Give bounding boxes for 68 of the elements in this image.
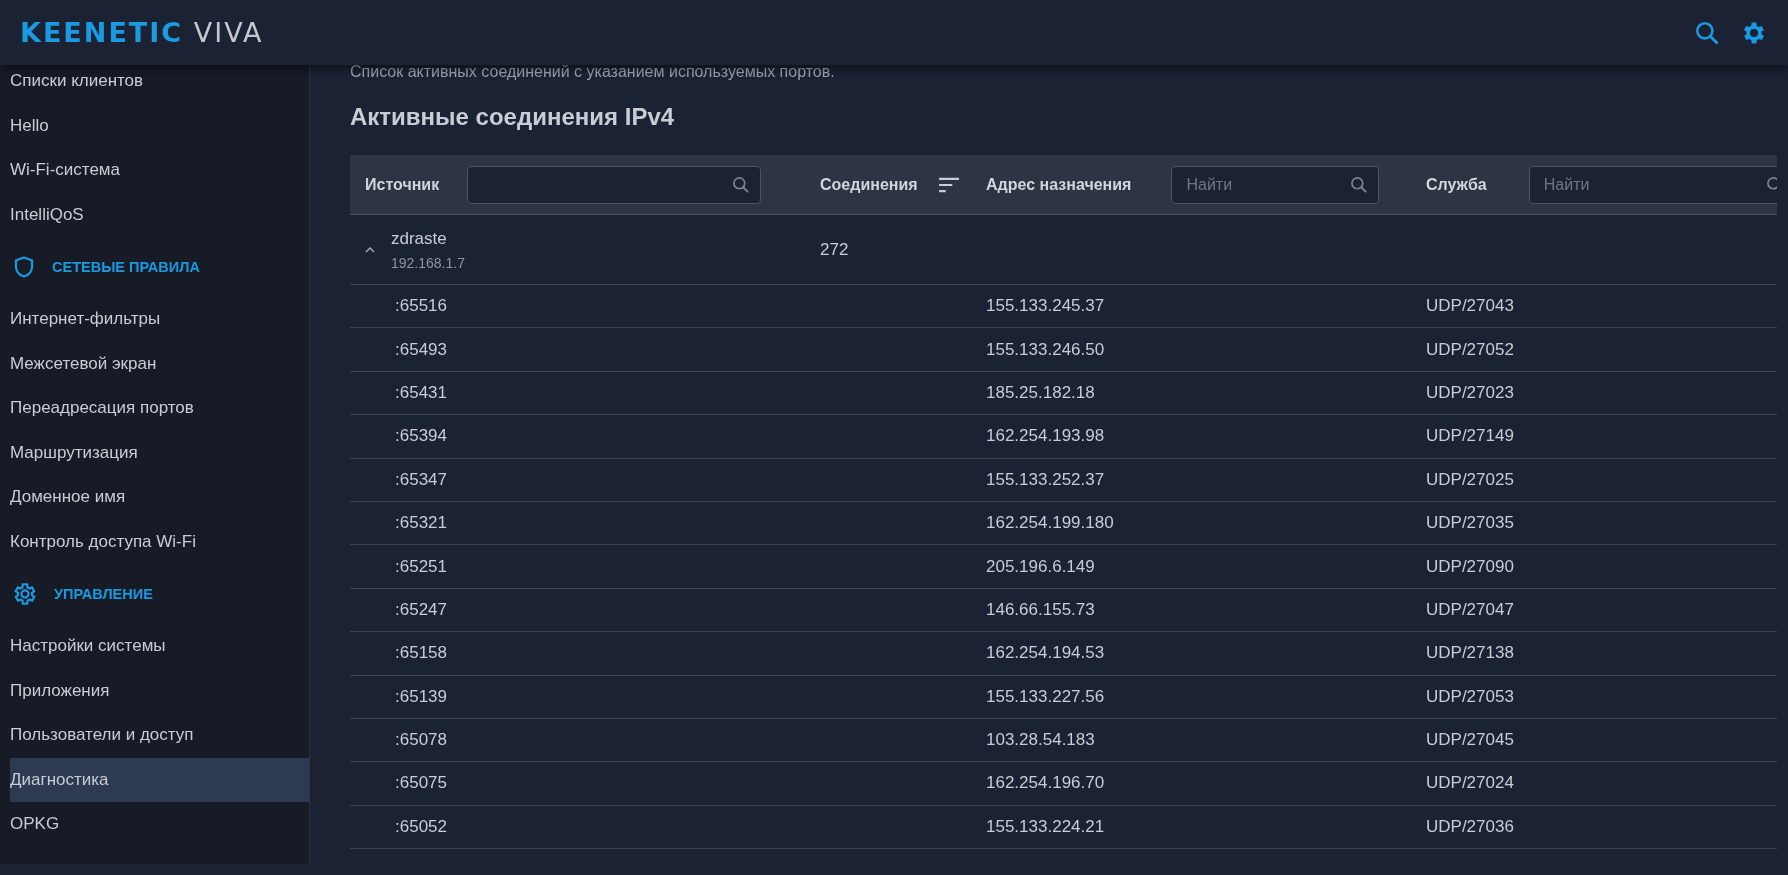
column-heading[interactable]: Служба [1426,175,1487,194]
sidebar-item[interactable]: IntelliQoS [10,192,309,237]
column-heading[interactable]: Адрес назначения [986,175,1132,194]
table-cell: 205.196.6.149 [986,556,1095,576]
table-cell: UDP/27036 [1426,816,1514,836]
table-cell: 155.133.227.56 [986,686,1105,706]
sidebar-item[interactable]: Hello [10,103,309,148]
sidebar-item[interactable]: Переадресация портов [10,386,309,431]
table-cell: 185.25.182.18 [986,382,1095,402]
table-cell: :65139 [395,686,447,706]
table-cell: 162.254.196.70 [986,773,1105,793]
table-cell: 146.66.155.73 [986,599,1095,619]
table-cell: UDP/27024 [1426,773,1514,793]
search-field[interactable]: Найти [1171,165,1380,204]
table-cell: :65247 [395,599,447,619]
table-cell: :65078 [395,730,447,750]
table-cell: 155.133.224.21 [986,816,1105,836]
section-heading: СЕТЕВЫЕ ПРАВИЛА [52,259,200,275]
sidebar-item[interactable]: Списки клиентов [10,65,309,104]
table-cell: UDP/27047 [1426,599,1514,619]
table-cell: UDP/27023 [1426,382,1514,402]
table-cell: 103.28.54.183 [986,730,1095,750]
table-cell: 155.133.246.50 [986,339,1105,359]
table-cell: UDP/27043 [1426,296,1514,316]
column-heading[interactable]: Источник [365,175,440,194]
table-cell: 155.133.252.37 [986,469,1105,489]
table-cell: :65158 [395,643,447,663]
table-cell: UDP/27090 [1426,556,1514,576]
sidebar-item[interactable]: Интернет-фильтры [10,297,309,342]
table-cell: :65052 [395,816,447,836]
sidebar-item[interactable]: Контроль доступа Wi-Fi [10,519,309,564]
table-cell: :65516 [395,296,447,316]
section-heading: УПРАВЛЕНИЕ [54,586,153,602]
table-cell: 162.254.193.98 [986,426,1105,446]
column-heading[interactable]: Соединения [820,175,918,194]
table-cell: 162.254.199.180 [986,513,1114,533]
client-ip: 192.168.1.7 [391,254,465,271]
sidebar-item[interactable]: Доменное имя [10,475,309,520]
page-title: Активные соединения IPv4 [350,103,676,131]
sidebar-item[interactable]: Приложения [10,668,309,713]
table-cell: UDP/27025 [1426,469,1514,489]
table-cell: :65321 [395,513,447,533]
table-cell: UDP/27053 [1426,686,1514,706]
sidebar-item[interactable]: Настройки системы [10,624,309,669]
table-cell: :65493 [395,339,447,359]
table-cell: UDP/27052 [1426,339,1514,359]
table-cell: UDP/27149 [1426,426,1514,446]
table-cell: 155.133.245.37 [986,296,1105,316]
table-cell: :65347 [395,469,447,489]
search-field[interactable]: Найти [1528,165,1777,204]
sidebar-item[interactable]: Межсетевой экран [10,341,309,386]
sidebar-item[interactable]: Диагностика [10,757,309,802]
table-cell: 162.254.194.53 [986,643,1105,663]
client-name: zdraste [391,228,448,249]
table-cell: :65251 [395,556,447,576]
table-cell: UDP/27138 [1426,643,1514,663]
sidebar-item[interactable]: Маршрутизация [10,430,309,475]
table-cell: :65394 [395,426,447,446]
sidebar-item[interactable]: Пользователи и доступ [10,713,309,758]
table-cell: :65431 [395,382,447,402]
table-cell: 272 [820,239,849,259]
sidebar-item[interactable]: OPKG [10,802,309,847]
table-cell: UDP/27045 [1426,730,1514,750]
table-cell: :65075 [395,773,447,793]
table-cell: UDP/27035 [1426,513,1514,533]
logo[interactable]: KEENETIC VIVA [20,17,264,48]
sidebar-item[interactable]: Wi-Fi-система [10,148,309,193]
description: Список активных соединений с указанием используемых портов. [350,63,836,81]
